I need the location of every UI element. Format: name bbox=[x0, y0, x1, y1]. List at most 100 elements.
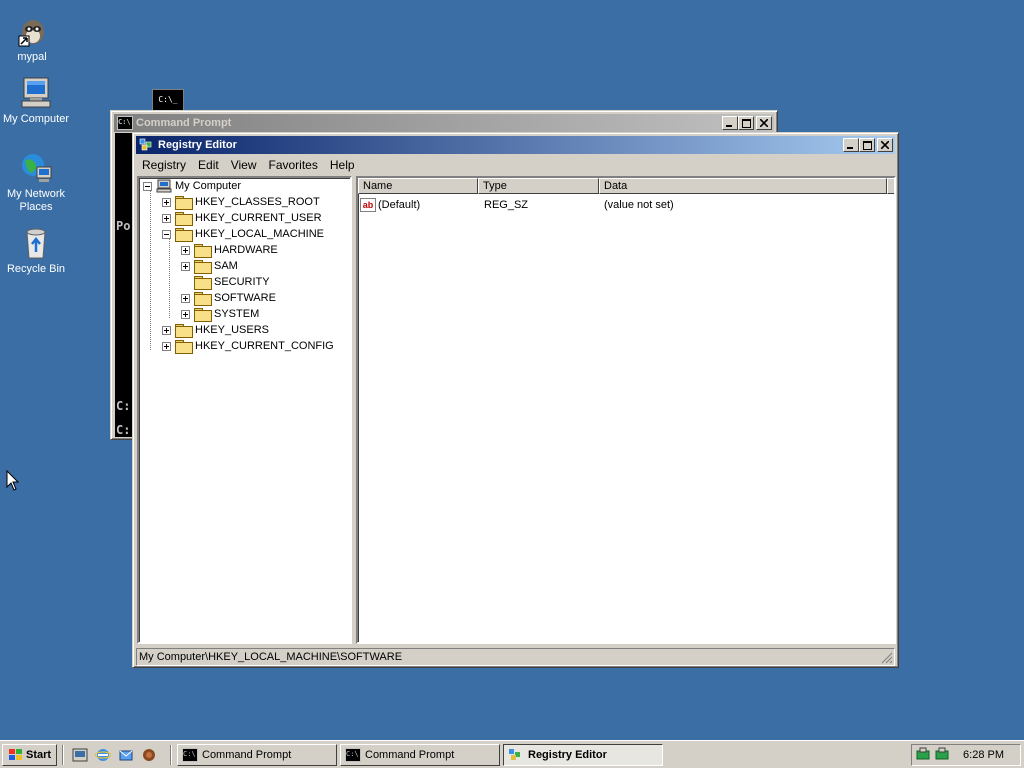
show-desktop-icon[interactable] bbox=[72, 747, 88, 763]
maximize-icon bbox=[862, 140, 872, 150]
tree-item-system[interactable]: SYSTEM bbox=[181, 306, 259, 322]
folder-icon bbox=[194, 260, 212, 274]
cmd-icon: C:\ bbox=[117, 116, 133, 130]
value-name: (Default) bbox=[378, 199, 421, 211]
menu-registry[interactable]: Registry bbox=[136, 158, 192, 172]
tree-item-my-computer[interactable]: My Computer bbox=[143, 178, 241, 194]
tree-item-label: My Computer bbox=[175, 180, 242, 192]
value-data: (value not set) bbox=[604, 199, 674, 211]
close-icon bbox=[760, 119, 768, 127]
column-header-data[interactable]: Data bbox=[599, 178, 887, 194]
minimize-button[interactable] bbox=[722, 116, 738, 130]
cmd-icon: C:\ bbox=[345, 748, 361, 762]
maximize-button[interactable] bbox=[859, 138, 875, 152]
menu-bar: Registry Edit View Favorites Help bbox=[136, 155, 895, 174]
internet-explorer-icon[interactable] bbox=[95, 747, 111, 763]
desktop-icon-recycle-bin[interactable]: Recycle Bin bbox=[0, 226, 74, 276]
computer-icon bbox=[156, 179, 172, 193]
close-icon bbox=[881, 141, 889, 149]
tree-item-label: HKEY_CLASSES_ROOT bbox=[195, 196, 320, 208]
task-label: Registry Editor bbox=[528, 749, 607, 761]
expand-icon[interactable] bbox=[162, 213, 171, 223]
expand-icon[interactable] bbox=[181, 245, 190, 255]
folder-icon bbox=[175, 212, 193, 226]
window-title: Registry Editor bbox=[158, 139, 237, 151]
folder-open-icon bbox=[194, 292, 212, 306]
menu-help[interactable]: Help bbox=[324, 158, 361, 172]
value-row[interactable]: ab (Default) REG_SZ (value not set) bbox=[360, 197, 890, 213]
command-prompt-titlebar[interactable]: C:\ Command Prompt bbox=[114, 114, 774, 132]
desktop-icon-label: My Computer bbox=[2, 113, 70, 125]
tree-item-hkey-current-config[interactable]: HKEY_CURRENT_CONFIG bbox=[162, 338, 334, 354]
taskbar-button-command-prompt-1[interactable]: C:\ Command Prompt bbox=[177, 744, 337, 766]
cmd-icon: C:\ bbox=[182, 748, 198, 762]
tree-item-security[interactable]: SECURITY bbox=[194, 274, 270, 290]
expand-icon[interactable] bbox=[162, 325, 171, 335]
menu-edit[interactable]: Edit bbox=[192, 158, 225, 172]
tree-item-sam[interactable]: SAM bbox=[181, 258, 238, 274]
command-prompt-floating-icon[interactable]: C:\_ bbox=[152, 89, 184, 111]
task-label: Command Prompt bbox=[365, 749, 455, 761]
registry-editor-titlebar[interactable]: Registry Editor bbox=[136, 136, 895, 154]
menu-favorites[interactable]: Favorites bbox=[263, 158, 324, 172]
minimize-button[interactable] bbox=[843, 138, 859, 152]
collapse-icon[interactable] bbox=[162, 229, 171, 239]
task-label: Command Prompt bbox=[202, 749, 292, 761]
tree-item-hkey-classes-root[interactable]: HKEY_CLASSES_ROOT bbox=[162, 194, 320, 210]
network-places-icon bbox=[19, 151, 53, 185]
mypal-browser-icon[interactable] bbox=[141, 747, 157, 763]
tree-item-label: SECURITY bbox=[214, 276, 270, 288]
close-button[interactable] bbox=[756, 116, 772, 130]
desktop-icon-my-computer[interactable]: My Computer bbox=[0, 76, 74, 126]
window-title: Command Prompt bbox=[136, 117, 232, 129]
tree-item-label: SOFTWARE bbox=[214, 292, 276, 304]
expand-icon[interactable] bbox=[181, 309, 190, 319]
outlook-express-icon[interactable] bbox=[118, 747, 134, 763]
tree-line bbox=[150, 190, 151, 350]
column-header-type[interactable]: Type bbox=[478, 178, 599, 194]
desktop-icon-label: mypal bbox=[17, 51, 47, 63]
tree-item-label: SAM bbox=[214, 260, 238, 272]
status-path: My Computer\HKEY_LOCAL_MACHINE\SOFTWARE bbox=[139, 651, 403, 663]
console-line: C: bbox=[116, 423, 131, 437]
clock[interactable]: 6:28 PM bbox=[963, 749, 1004, 761]
expand-icon[interactable] bbox=[162, 341, 171, 351]
menu-view[interactable]: View bbox=[225, 158, 263, 172]
start-label: Start bbox=[26, 749, 52, 761]
expand-icon[interactable] bbox=[181, 261, 190, 271]
folder-icon bbox=[175, 196, 193, 210]
tree-item-hkey-current-user[interactable]: HKEY_CURRENT_USER bbox=[162, 210, 322, 226]
desktop-icon-mypal[interactable]: mypal bbox=[0, 14, 70, 64]
tree-item-software[interactable]: SOFTWARE bbox=[181, 290, 276, 306]
close-button[interactable] bbox=[877, 138, 893, 152]
resize-grip-icon[interactable] bbox=[881, 652, 893, 664]
registry-editor-icon bbox=[509, 749, 520, 760]
console-line: Po bbox=[116, 219, 131, 233]
column-header-name[interactable]: Name bbox=[358, 178, 478, 194]
tree-item-label: HKEY_USERS bbox=[195, 324, 269, 336]
taskbar-button-command-prompt-2[interactable]: C:\ Command Prompt bbox=[340, 744, 500, 766]
key-tree-pane[interactable]: My Computer HKEY_CLASSES_ROOT HKEY_CURRE… bbox=[137, 176, 352, 644]
tree-item-label: SYSTEM bbox=[214, 308, 260, 320]
tree-item-hkey-local-machine[interactable]: HKEY_LOCAL_MACHINE bbox=[162, 226, 324, 242]
desktop-icon-my-network-places[interactable]: My Network Places bbox=[0, 151, 74, 214]
start-button[interactable]: Start bbox=[2, 744, 57, 766]
expand-icon[interactable] bbox=[162, 197, 171, 207]
status-bar: My Computer\HKEY_LOCAL_MACHINE\SOFTWARE bbox=[136, 648, 895, 666]
computer-icon bbox=[19, 76, 53, 110]
tree-item-hardware[interactable]: HARDWARE bbox=[181, 242, 278, 258]
network-tray-icon[interactable] bbox=[916, 747, 956, 763]
tree-item-hkey-users[interactable]: HKEY_USERS bbox=[162, 322, 269, 338]
expand-icon[interactable] bbox=[181, 293, 190, 303]
collapse-icon[interactable] bbox=[143, 181, 152, 191]
values-list-pane[interactable]: Name Type Data ab (Default) REG_SZ (valu… bbox=[356, 176, 896, 644]
tree-item-label: HARDWARE bbox=[214, 244, 278, 256]
column-header-filler bbox=[887, 178, 894, 194]
maximize-button[interactable] bbox=[738, 116, 754, 130]
folder-icon bbox=[175, 340, 193, 354]
registry-editor-window[interactable]: Registry Editor Registry Edit View Favor… bbox=[132, 132, 899, 668]
folder-icon bbox=[194, 244, 212, 258]
taskbar-button-registry-editor[interactable]: Registry Editor bbox=[503, 744, 663, 766]
taskbar-separator bbox=[62, 745, 64, 765]
windows-logo-icon bbox=[9, 749, 22, 760]
